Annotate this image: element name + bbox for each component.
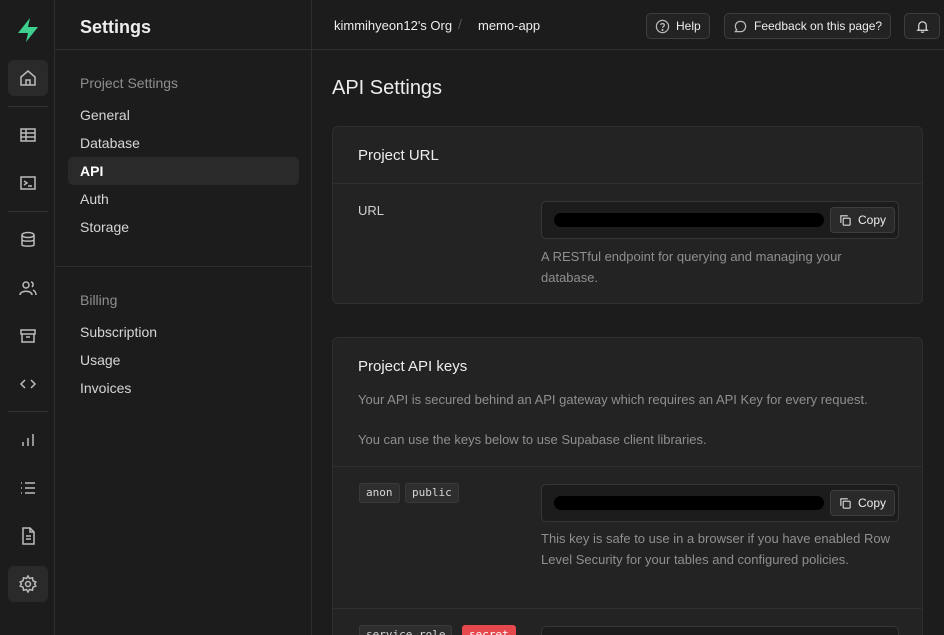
terminal-icon[interactable] [8,165,48,201]
group-label-billing: Billing [80,292,118,308]
copy-url-label: Copy [857,213,886,227]
copy-anon-key-label: Copy [857,496,886,510]
help-label: Help [676,19,701,33]
copy-icon [840,214,851,226]
bell-icon [915,20,929,33]
api-keys-heading: Project API keys [358,358,468,375]
sidebar-item-auth[interactable]: Auth [68,185,299,213]
sidebar-title: Settings [80,17,152,37]
bar-chart-icon[interactable] [8,422,48,458]
url-label: URL [358,203,385,218]
anon-key-field[interactable]: Copy [541,484,899,522]
anon-key-hint: This key is safe to use in a browser if … [541,531,891,567]
top-bar: kimmihyeon12's Org / memo-app Help Feedb… [312,0,944,50]
icon-rail [0,0,55,635]
breadcrumb-org[interactable]: kimmihyeon12's Org [334,18,452,33]
service-role-badge: service_role [359,625,453,635]
breadcrumb-separator: / [458,16,462,32]
project-url-card: Project URL URL Copy A RESTful endpoint … [332,126,923,304]
copy-anon-key-button[interactable]: Copy [829,490,895,516]
code-icon[interactable] [8,366,48,402]
help-button[interactable]: Help [646,13,710,39]
sidebar-item-api[interactable]: API [68,157,299,185]
breadcrumb-project[interactable]: memo-app [478,18,540,33]
feedback-button[interactable]: Feedback on this page? [724,13,892,39]
service-key-field[interactable] [541,626,899,635]
anon-badge: anon [359,483,400,503]
document-icon[interactable] [8,518,48,554]
message-icon [734,20,747,32]
sidebar-item-storage[interactable]: Storage [68,213,299,241]
redacted-anon-key [554,496,824,510]
sidebar-item-invoices[interactable]: Invoices [68,374,299,402]
sidebar-item-database[interactable]: Database [68,129,299,157]
sidebar-item-usage[interactable]: Usage [68,346,299,374]
sidebar-item-subscription[interactable]: Subscription [68,318,299,346]
api-keys-card: Project API keys Your API is secured beh… [332,337,923,635]
settings-sidebar: Settings Project Settings General Databa… [55,0,312,635]
api-keys-desc-1: Your API is secured behind an API gatewa… [358,392,868,407]
page-title: API Settings [332,77,443,99]
group-label-project-settings: Project Settings [80,75,179,91]
secret-badge: secret [462,625,516,635]
main-content: API Settings Project URL URL Copy A REST… [312,50,944,635]
users-icon[interactable] [8,270,48,306]
redacted-url [554,213,824,227]
list-icon[interactable] [8,470,48,506]
copy-icon [840,497,851,509]
sidebar-item-general[interactable]: General [68,101,299,129]
gear-icon[interactable] [8,566,48,602]
home-icon[interactable] [8,60,48,96]
project-url-hint: A RESTful endpoint for querying and mana… [541,249,842,285]
project-url-heading: Project URL [333,127,922,184]
table-icon[interactable] [8,117,48,153]
public-badge: public [405,483,459,503]
feedback-label: Feedback on this page? [754,19,883,33]
copy-url-button[interactable]: Copy [829,207,895,233]
supabase-logo-icon[interactable] [14,16,42,44]
api-keys-desc-2: You can use the keys below to use Supaba… [358,432,707,447]
project-url-field[interactable]: Copy [541,201,899,239]
help-icon [655,19,670,33]
database-icon[interactable] [8,222,48,258]
archive-icon[interactable] [8,318,48,354]
notifications-button[interactable] [904,13,940,39]
